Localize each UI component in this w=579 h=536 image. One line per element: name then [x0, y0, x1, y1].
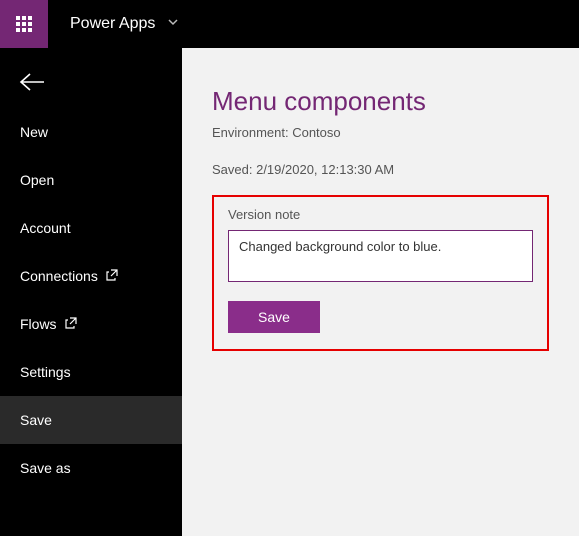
topbar-spacer: [222, 0, 579, 48]
page-title: Menu components: [212, 86, 549, 117]
sidebar-item-label: New: [20, 124, 48, 140]
main-layout: New Open Account Connections Flows Setti…: [0, 48, 579, 536]
back-button[interactable]: [0, 56, 182, 108]
content-pane: Menu components Environment: Contoso Sav…: [182, 48, 579, 536]
sidebar-item-flows[interactable]: Flows: [0, 300, 182, 348]
sidebar-item-save-as[interactable]: Save as: [0, 444, 182, 492]
saved-timestamp: Saved: 2/19/2020, 12:13:30 AM: [212, 162, 549, 177]
top-bar: Power Apps: [0, 0, 579, 48]
sidebar: New Open Account Connections Flows Setti…: [0, 48, 182, 536]
sidebar-item-label: Save as: [20, 460, 71, 476]
external-link-icon: [65, 316, 77, 332]
sidebar-item-label: Open: [20, 172, 54, 188]
app-launcher-button[interactable]: [0, 0, 48, 48]
version-note-label: Version note: [228, 207, 533, 222]
sidebar-item-save[interactable]: Save: [0, 396, 182, 444]
sidebar-item-label: Connections: [20, 268, 98, 284]
sidebar-item-account[interactable]: Account: [0, 204, 182, 252]
sidebar-item-settings[interactable]: Settings: [0, 348, 182, 396]
sidebar-item-connections[interactable]: Connections: [0, 252, 182, 300]
version-note-section: Version note Save: [212, 195, 549, 351]
sidebar-item-new[interactable]: New: [0, 108, 182, 156]
brand-label: Power Apps: [70, 15, 155, 33]
chevron-down-icon: [167, 15, 179, 33]
back-arrow-icon: [18, 72, 46, 92]
save-button[interactable]: Save: [228, 301, 320, 333]
sidebar-item-label: Settings: [20, 364, 71, 380]
waffle-icon: [16, 16, 32, 32]
brand-dropdown[interactable]: Power Apps: [48, 0, 222, 48]
environment-label: Environment: Contoso: [212, 125, 549, 140]
sidebar-item-label: Account: [20, 220, 71, 236]
sidebar-item-label: Save: [20, 412, 52, 428]
external-link-icon: [106, 268, 118, 284]
sidebar-item-open[interactable]: Open: [0, 156, 182, 204]
sidebar-item-label: Flows: [20, 316, 57, 332]
version-note-input[interactable]: [228, 230, 533, 282]
